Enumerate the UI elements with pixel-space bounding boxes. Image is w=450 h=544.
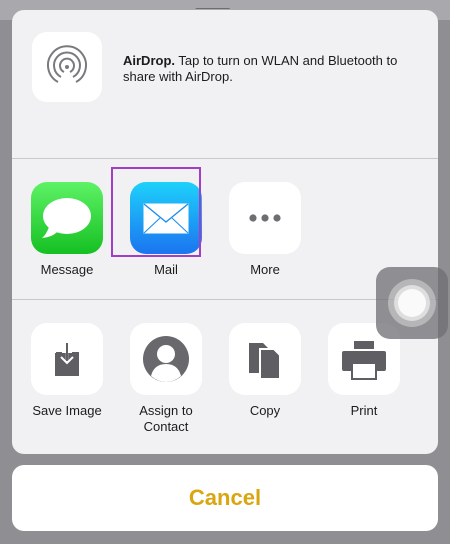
divider [12,299,438,300]
more-dots-icon [229,182,301,254]
action-assign-contact[interactable]: Assign to Contact [116,323,216,435]
action-row: Save Image Assign to Contact Copy Print [12,301,438,434]
share-sheet: AirDrop. Tap to turn on WLAN and Bluetoo… [12,10,438,454]
action-label: Assign to Contact [139,403,193,434]
save-image-icon [31,323,103,395]
contact-icon [130,323,202,395]
share-message[interactable]: Message [17,182,117,278]
background-mark [195,0,235,9]
message-icon [31,182,103,254]
share-more[interactable]: More [215,182,315,278]
action-label: Copy [249,403,281,418]
share-label: Mail [154,262,178,277]
action-copy[interactable]: Copy [215,323,315,419]
action-label: Save Image [32,403,102,418]
share-label: More [250,262,280,277]
assistive-touch-ring-inner [398,289,426,317]
share-label: Message [40,262,94,277]
airdrop-section[interactable]: AirDrop. Tap to turn on WLAN and Bluetoo… [12,10,438,158]
mail-icon [130,182,202,254]
share-row: Message Mail More [12,160,438,290]
assistive-touch-button[interactable] [376,267,448,339]
airdrop-title: AirDrop. [123,53,175,68]
action-label: Print [350,403,378,418]
airdrop-icon[interactable] [32,32,102,102]
divider [12,158,438,159]
cancel-button[interactable]: Cancel [12,465,438,531]
action-save-image[interactable]: Save Image [17,323,117,419]
share-mail[interactable]: Mail [116,182,216,278]
copy-icon [229,323,301,395]
airdrop-text: AirDrop. Tap to turn on WLAN and Bluetoo… [123,53,423,85]
